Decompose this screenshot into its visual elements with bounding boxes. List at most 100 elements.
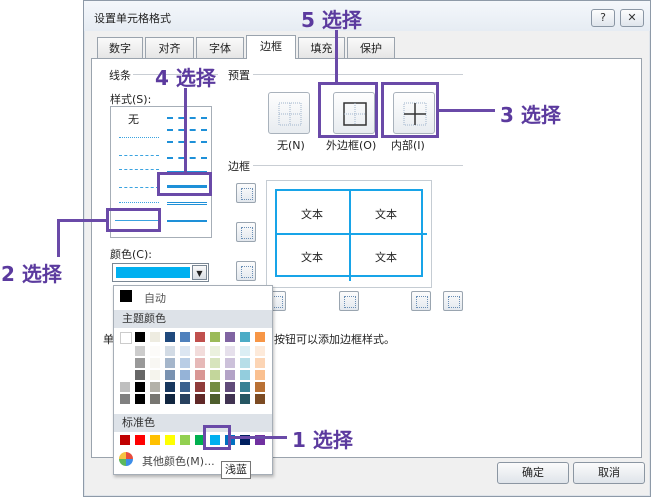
theme-color-swatch[interactable]	[180, 370, 190, 380]
line-style-double[interactable]	[167, 202, 207, 205]
theme-color-swatch[interactable]	[135, 346, 145, 356]
standard-color-swatch[interactable]	[180, 435, 190, 445]
standard-color-swatch[interactable]	[165, 435, 175, 445]
theme-color-swatch[interactable]	[240, 346, 250, 356]
tab-protection[interactable]: 保护	[347, 37, 395, 59]
theme-color-swatch[interactable]	[195, 332, 205, 342]
theme-color-swatch[interactable]	[210, 382, 220, 392]
theme-color-swatch[interactable]	[180, 346, 190, 356]
theme-color-swatch[interactable]	[225, 332, 235, 342]
theme-color-swatch[interactable]	[135, 394, 145, 404]
theme-color-swatch[interactable]	[240, 370, 250, 380]
tab-number[interactable]: 数字	[97, 37, 143, 59]
theme-color-swatch[interactable]	[255, 358, 265, 368]
line-style-medium-dash-dot[interactable]	[167, 141, 207, 143]
theme-color-swatch[interactable]	[225, 382, 235, 392]
theme-color-swatch[interactable]	[165, 358, 175, 368]
theme-color-swatch[interactable]	[195, 346, 205, 356]
theme-color-swatch[interactable]	[120, 382, 130, 392]
theme-color-swatch[interactable]	[135, 358, 145, 368]
line-style-extra[interactable]	[167, 220, 207, 222]
theme-color-swatch[interactable]	[225, 346, 235, 356]
theme-color-swatch[interactable]	[255, 370, 265, 380]
theme-color-swatch[interactable]	[180, 358, 190, 368]
border-diagonal-button[interactable]	[443, 291, 463, 311]
line-style-dotted[interactable]	[119, 137, 159, 138]
theme-color-swatch[interactable]	[225, 358, 235, 368]
theme-color-swatch[interactable]	[165, 332, 175, 342]
theme-color-swatch[interactable]	[240, 382, 250, 392]
standard-color-swatch[interactable]	[150, 435, 160, 445]
theme-color-swatch[interactable]	[165, 394, 175, 404]
cancel-button[interactable]: 取消	[573, 462, 645, 484]
border-middle-vertical-button[interactable]	[339, 291, 359, 311]
theme-color-swatch[interactable]	[135, 332, 145, 342]
theme-color-swatch[interactable]	[135, 370, 145, 380]
border-middle-horizontal-button[interactable]	[236, 222, 256, 242]
theme-color-swatch[interactable]	[165, 346, 175, 356]
ok-button[interactable]: 确定	[497, 462, 569, 484]
standard-color-swatch[interactable]	[120, 435, 130, 445]
theme-color-swatch[interactable]	[210, 370, 220, 380]
border-preview[interactable]: 文本 文本 文本 文本	[266, 180, 432, 288]
theme-color-swatch[interactable]	[180, 382, 190, 392]
line-style-medium-dashed[interactable]	[167, 157, 207, 159]
border-bottom-button[interactable]	[236, 261, 256, 281]
line-style-medium-dash-dot-dot[interactable]	[167, 117, 207, 119]
line-style-hair[interactable]	[119, 202, 159, 203]
line-style-dash-dot-dot[interactable]	[119, 155, 159, 156]
auto-color-swatch[interactable]	[120, 290, 132, 302]
theme-color-swatch[interactable]	[210, 394, 220, 404]
theme-color-swatch[interactable]	[195, 370, 205, 380]
standard-colors-header: 标准色	[114, 414, 272, 432]
border-right-button[interactable]	[411, 291, 431, 311]
close-button[interactable]: ✕	[620, 9, 644, 27]
tab-border[interactable]: 边框	[246, 35, 296, 59]
theme-color-swatch[interactable]	[255, 394, 265, 404]
standard-color-swatch[interactable]	[135, 435, 145, 445]
line-style-dash-dot[interactable]	[119, 169, 159, 170]
line-style-slanted[interactable]	[167, 129, 207, 131]
theme-color-swatch[interactable]	[195, 394, 205, 404]
theme-color-swatch[interactable]	[180, 394, 190, 404]
theme-color-swatch[interactable]	[225, 370, 235, 380]
theme-color-swatch[interactable]	[120, 332, 132, 344]
theme-color-swatch[interactable]	[195, 382, 205, 392]
theme-color-swatch[interactable]	[195, 358, 205, 368]
theme-color-swatch[interactable]	[255, 382, 265, 392]
theme-color-swatch[interactable]	[210, 346, 220, 356]
help-button[interactable]: ?	[591, 9, 615, 27]
theme-color-swatch[interactable]	[225, 394, 235, 404]
theme-color-swatch[interactable]	[120, 394, 130, 404]
theme-color-swatch[interactable]	[240, 358, 250, 368]
theme-color-swatch[interactable]	[120, 370, 130, 380]
theme-color-swatch[interactable]	[120, 358, 130, 368]
theme-color-swatch[interactable]	[150, 394, 160, 404]
chevron-down-icon[interactable]: ▼	[192, 265, 207, 280]
theme-color-swatch[interactable]	[210, 332, 220, 342]
tab-alignment[interactable]: 对齐	[145, 37, 194, 59]
theme-color-swatch[interactable]	[180, 332, 190, 342]
more-colors-option[interactable]: 其他颜色(M)...	[142, 453, 215, 469]
theme-color-swatch[interactable]	[150, 332, 160, 342]
theme-color-swatch[interactable]	[240, 394, 250, 404]
theme-color-swatch[interactable]	[255, 346, 265, 356]
theme-color-swatch[interactable]	[255, 332, 265, 342]
color-dropdown[interactable]: ▼	[112, 263, 209, 282]
theme-color-swatch[interactable]	[150, 358, 160, 368]
border-top-button[interactable]	[236, 183, 256, 203]
theme-color-swatch[interactable]	[150, 370, 160, 380]
theme-color-swatch[interactable]	[150, 382, 160, 392]
theme-color-swatch[interactable]	[150, 346, 160, 356]
theme-color-swatch[interactable]	[120, 346, 130, 356]
theme-color-swatch[interactable]	[240, 332, 250, 342]
theme-color-swatch[interactable]	[135, 382, 145, 392]
auto-color-label[interactable]: 自动	[144, 290, 166, 306]
theme-color-swatch[interactable]	[165, 382, 175, 392]
theme-color-swatch[interactable]	[165, 370, 175, 380]
line-style-dashed[interactable]	[119, 187, 159, 188]
tab-font[interactable]: 字体	[196, 37, 244, 59]
line-style-none[interactable]: 无	[128, 111, 139, 127]
preset-none-button[interactable]	[268, 92, 310, 134]
theme-color-swatch[interactable]	[210, 358, 220, 368]
